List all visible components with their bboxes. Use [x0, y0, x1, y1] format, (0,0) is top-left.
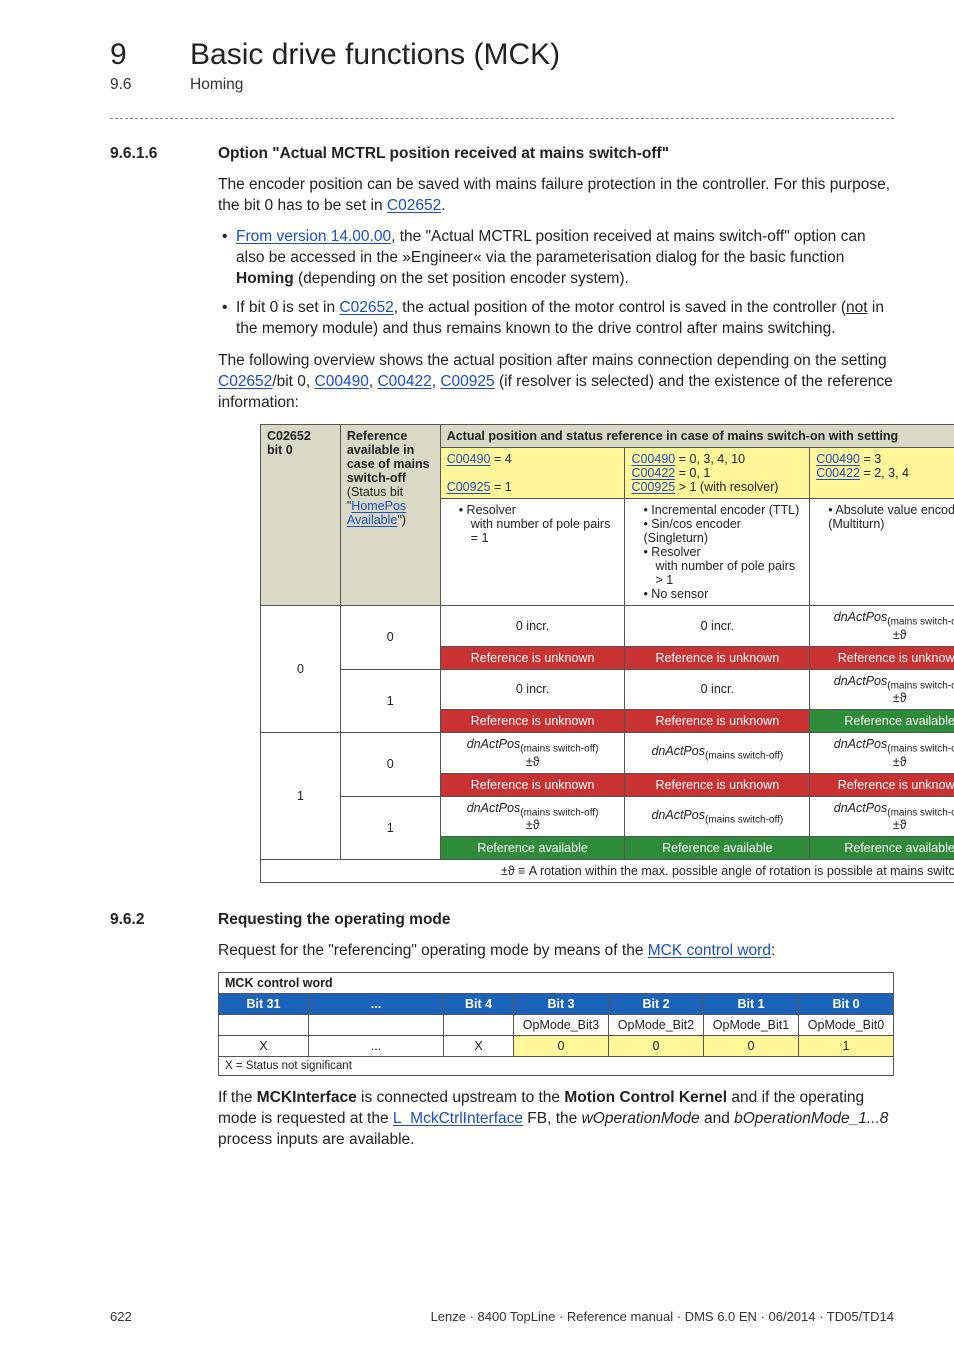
link-c02652-3[interactable]: C02652: [218, 373, 272, 390]
t1-h-reference: Reference available in case of mains swi…: [340, 425, 440, 606]
t2-label-row: OpMode_Bit3 OpMode_Bit2 OpMode_Bit1 OpMo…: [219, 1015, 894, 1036]
subsection-2-header: 9.6.2 Requesting the operating mode: [110, 911, 894, 929]
link-c00422[interactable]: C00422: [377, 373, 431, 390]
mck-control-word-table: MCK control word Bit 31 ... Bit 4 Bit 3 …: [218, 972, 894, 1076]
section-title: Homing: [190, 76, 243, 94]
link-mck-control-word[interactable]: MCK control word: [648, 942, 771, 959]
s1-bullet-2: If bit 0 is set in C02652, the actual po…: [236, 298, 894, 340]
section-header: 9.6 Homing: [110, 76, 894, 94]
chapter-header: 9 Basic drive functions (MCK): [110, 38, 894, 72]
t1-colC-settings: C00490 = 3 C00422 = 2, 3, 4: [810, 448, 954, 499]
page-footer: 622 Lenze · 8400 TopLine · Reference man…: [110, 1309, 894, 1324]
link-c00490[interactable]: C00490: [315, 373, 369, 390]
s1-bullet-1: From version 14.00.00, the "Actual MCTRL…: [236, 227, 894, 290]
t2-value-row: X ... X 0 0 0 1: [219, 1036, 894, 1057]
subsection-1-header: 9.6.1.6 Option "Actual MCTRL position re…: [110, 145, 894, 163]
t1-colB-settings: C00490 = 0, 3, 4, 10 C00422 = 0, 1 C0092…: [625, 448, 810, 499]
link-version[interactable]: From version 14.00.00: [236, 228, 391, 245]
chapter-number: 9: [110, 38, 190, 72]
t1-h-span: Actual position and status reference in …: [440, 425, 954, 448]
link-c02652[interactable]: C02652: [387, 197, 441, 214]
t1-h-c02652: C02652bit 0: [261, 425, 341, 606]
link-available[interactable]: Available: [347, 513, 398, 527]
chapter-title: Basic drive functions (MCK): [190, 38, 560, 72]
t2-footnote: X = Status not significant: [219, 1057, 894, 1076]
subsection-1-title: Option "Actual MCTRL position received a…: [218, 145, 669, 163]
t1-row-0-1: 1 0 incr. 0 incr. dnActPos(mains switch-…: [261, 669, 954, 710]
t1-colA-settings: C00490 = 4 C00925 = 1: [440, 448, 625, 499]
page-number: 622: [110, 1309, 132, 1324]
t1-footnote: ±ϑ ≡ A rotation within the max. possible…: [261, 860, 954, 883]
link-c00925[interactable]: C00925: [440, 373, 494, 390]
t1-row-1-0: 1 0 dnActPos(mains switch-off)±ϑ dnActPo…: [261, 733, 954, 774]
footer-text: Lenze · 8400 TopLine · Reference manual …: [431, 1309, 894, 1324]
t1-row-1-1: 1 dnActPos(mains switch-off)±ϑ dnActPos(…: [261, 796, 954, 837]
t1-colC-desc: Absolute value encoder (Multiturn): [810, 499, 954, 606]
actual-position-table: C02652bit 0 Reference available in case …: [260, 424, 954, 883]
s1-paragraph-2: The following overview shows the actual …: [218, 351, 894, 414]
link-homepos[interactable]: HomePos: [351, 499, 406, 513]
section-number: 9.6: [110, 76, 190, 94]
s1-paragraph-1: The encoder position can be saved with m…: [218, 175, 894, 217]
link-mckctrlinterface[interactable]: L_MckCtrlInterface: [393, 1110, 523, 1127]
s2-paragraph-2: If the MCKInterface is connected upstrea…: [218, 1088, 894, 1151]
divider: [110, 118, 894, 119]
subsection-1-number: 9.6.1.6: [110, 145, 218, 163]
subsection-2-title: Requesting the operating mode: [218, 911, 451, 929]
s1-bullet-list: From version 14.00.00, the "Actual MCTRL…: [218, 227, 894, 340]
t2-caption: MCK control word: [219, 973, 894, 994]
s2-paragraph-1: Request for the "referencing" operating …: [218, 941, 894, 962]
t1-colB-desc: Incremental encoder (TTL) Sin/cos encode…: [625, 499, 810, 606]
t1-colA-desc: Resolverwith number of pole pairs = 1: [440, 499, 625, 606]
link-c02652-2[interactable]: C02652: [339, 299, 393, 316]
t2-header-row: Bit 31 ... Bit 4 Bit 3 Bit 2 Bit 1 Bit 0: [219, 994, 894, 1015]
subsection-2-number: 9.6.2: [110, 911, 218, 929]
t1-row-0-0: 0 0 0 incr. 0 incr. dnActPos(mains switc…: [261, 606, 954, 647]
